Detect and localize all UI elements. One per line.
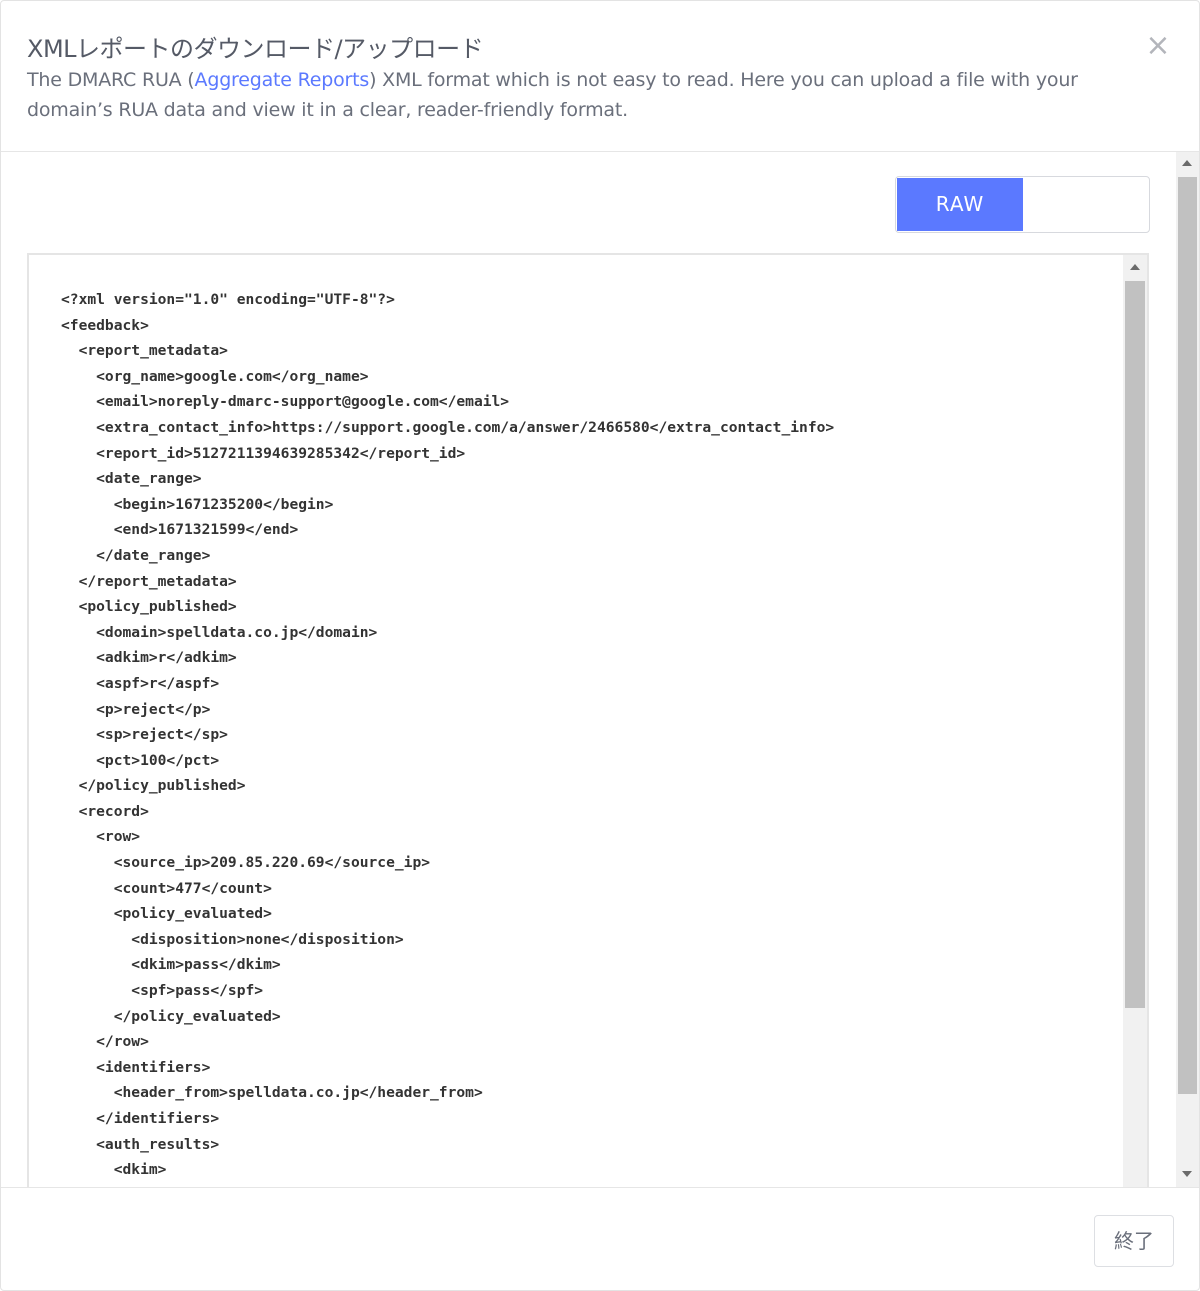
xml-line: <extra_contact_info>https://support.goog… <box>61 418 835 436</box>
scroll-down-arrow-icon[interactable] <box>1182 1171 1192 1177</box>
xml-line: <aspf>r</aspf> <box>61 674 220 692</box>
xml-line: <report_id>5127211394639285342</report_i… <box>61 444 466 462</box>
xml-line: <policy_evaluated> <box>61 905 272 923</box>
raw-toggle-button[interactable]: RAW <box>897 178 1023 231</box>
modal-description: The DMARC RUA (Aggregate Reports) XML fo… <box>27 65 1127 125</box>
xml-line: <record> <box>61 802 149 820</box>
xml-line: </row> <box>61 1033 149 1051</box>
xml-line: </policy_evaluated> <box>61 1007 281 1025</box>
aggregate-reports-link[interactable]: Aggregate Reports <box>195 69 370 91</box>
xml-line: <?xml version="1.0" encoding="UTF-8"?> <box>61 291 395 308</box>
xml-line: <auth_results> <box>61 1135 220 1153</box>
xml-line: <count>477</count> <box>61 879 272 897</box>
modal-title: XMLレポートのダウンロード/アップロード <box>27 35 484 63</box>
xml-line: <dkim>pass</dkim> <box>61 956 281 974</box>
scroll-up-arrow-icon[interactable] <box>1130 264 1140 270</box>
modal-footer: 終了 <box>1 1187 1199 1290</box>
xml-line: <sp>reject</sp> <box>61 726 228 744</box>
xml-line: <header_from>spelldata.co.jp</header_fro… <box>61 1084 483 1102</box>
scroll-up-arrow-icon[interactable] <box>1182 160 1192 166</box>
xml-line: <row> <box>61 828 141 846</box>
close-button[interactable]: 終了 <box>1094 1215 1174 1267</box>
xml-line: <policy_published> <box>61 598 237 616</box>
view-toggle: RAW <box>895 176 1150 233</box>
xml-line: <org_name>google.com</org_name> <box>61 367 369 385</box>
xml-line: <p>reject</p> <box>61 700 211 718</box>
xml-line: <domain>spelldata.co.jp</domain> <box>61 623 378 641</box>
xml-viewer: <?xml version="1.0" encoding="UTF-8"?> <f… <box>27 253 1149 1187</box>
xml-line: </report_metadata> <box>61 572 237 590</box>
xml-line: <feedback> <box>61 316 149 334</box>
xml-line: <begin>1671235200</begin> <box>61 495 334 513</box>
xml-line: <email>noreply-dmarc-support@google.com<… <box>61 393 510 411</box>
xml-viewer-scrollbar-thumb[interactable] <box>1125 281 1145 1008</box>
close-icon[interactable]: × <box>1143 31 1173 61</box>
xml-line: </identifiers> <box>61 1110 220 1127</box>
xml-line: <dkim> <box>61 1161 167 1179</box>
modal-scrollbar[interactable] <box>1176 152 1199 1187</box>
modal-header: XMLレポートのダウンロード/アップロード × The DMARC RUA (A… <box>1 1 1199 152</box>
formatted-toggle-button[interactable] <box>1023 177 1149 232</box>
xml-line: <disposition>none</disposition> <box>61 930 404 948</box>
xml-line: <report_metadata> <box>61 342 228 360</box>
xml-report-modal: XMLレポートのダウンロード/アップロード × The DMARC RUA (A… <box>0 0 1200 1291</box>
xml-line: </policy_published> <box>61 777 246 795</box>
xml-line: </date_range> <box>61 546 211 564</box>
xml-line: <source_ip>209.85.220.69</source_ip> <box>61 854 431 872</box>
modal-scrollbar-thumb[interactable] <box>1178 177 1197 1094</box>
xml-line: <identifiers> <box>61 1058 211 1076</box>
xml-line: <spf>pass</spf> <box>61 982 264 1000</box>
xml-line: <end>1671321599</end> <box>61 521 299 539</box>
modal-body: RAW <?xml version="1.0" encoding="UTF-8"… <box>1 152 1175 1187</box>
xml-line: <date_range> <box>61 470 202 488</box>
description-text-start: The DMARC RUA ( <box>27 69 195 91</box>
xml-code: <?xml version="1.0" encoding="UTF-8"?> <f… <box>61 287 1121 1183</box>
xml-line: <adkim>r</adkim> <box>61 649 237 667</box>
xml-viewer-scrollbar[interactable] <box>1123 255 1147 1187</box>
xml-line: <pct>100</pct> <box>61 751 220 769</box>
